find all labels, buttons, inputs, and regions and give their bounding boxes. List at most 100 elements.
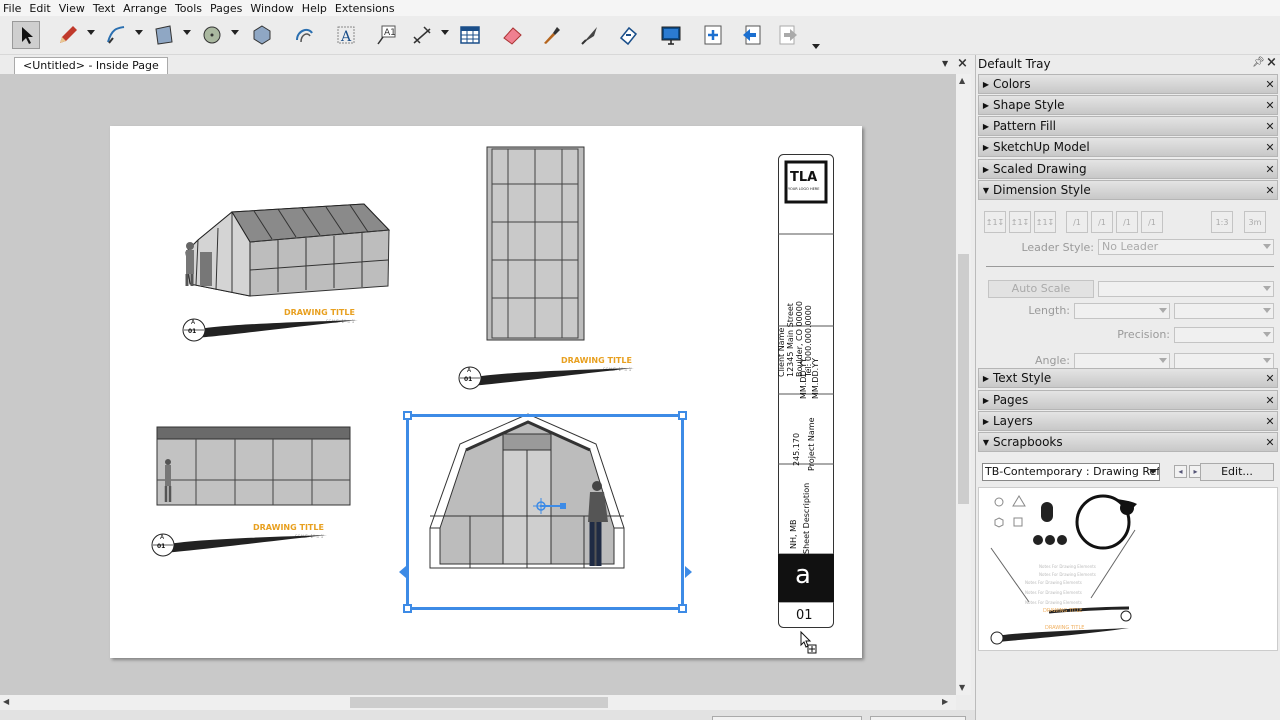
scale-handle-left[interactable] xyxy=(399,566,406,578)
pencil-dropdown[interactable] xyxy=(87,30,95,35)
freehand-dropdown[interactable] xyxy=(135,30,143,35)
text-tool-button[interactable]: A xyxy=(332,21,360,49)
resize-handle-ne[interactable] xyxy=(678,411,687,420)
dim-text-center-button[interactable]: ↥1↧ xyxy=(1009,211,1031,233)
length-format-select[interactable] xyxy=(1174,303,1274,319)
menu-tools[interactable]: Tools xyxy=(175,2,202,15)
dim-text-below-button[interactable]: ↥1↧ xyxy=(1034,211,1056,233)
selection-box[interactable] xyxy=(406,414,684,610)
resize-handle-se[interactable] xyxy=(678,604,687,613)
next-page-button[interactable] xyxy=(775,21,803,49)
horizontal-scroll-thumb[interactable] xyxy=(350,697,608,708)
eraser-tool-button[interactable] xyxy=(498,21,526,49)
viewport-side[interactable] xyxy=(156,426,352,508)
scroll-down-icon[interactable]: ▼ xyxy=(959,683,965,692)
dim-align-4-button[interactable]: ∕1 xyxy=(1141,211,1163,233)
panel-close-icon[interactable]: ✕ xyxy=(1263,436,1277,449)
table-tool-button[interactable] xyxy=(456,21,484,49)
scrapbook-prev-icon[interactable]: ◂ xyxy=(1174,465,1187,478)
panel-colors[interactable]: ▶ Colors ✕ xyxy=(978,74,1278,94)
scrapbook-edit-button[interactable]: Edit... xyxy=(1200,463,1274,481)
panel-pattern-fill[interactable]: ▶ Pattern Fill ✕ xyxy=(978,116,1278,136)
polygon-tool-button[interactable] xyxy=(248,21,276,49)
panel-layers[interactable]: ▶ Layers ✕ xyxy=(978,411,1278,431)
document-tab[interactable]: <Untitled> - Inside Page xyxy=(14,57,168,74)
menu-text[interactable]: Text xyxy=(93,2,115,15)
dim-align-3-button[interactable]: ∕1 xyxy=(1116,211,1138,233)
angle-units-select[interactable] xyxy=(1074,353,1170,369)
vertical-scroll-thumb[interactable] xyxy=(958,254,969,504)
menu-edit[interactable]: Edit xyxy=(29,2,50,15)
panel-close-icon[interactable]: ✕ xyxy=(1263,394,1277,407)
drawing-canvas[interactable]: DRAWING TITLE SCALE: 1" = 1' A 01 DRAWIN… xyxy=(0,74,956,695)
panel-close-icon[interactable]: ✕ xyxy=(1263,184,1277,197)
dim-align-1-button[interactable]: ∕1 xyxy=(1066,211,1088,233)
dimension-dropdown[interactable] xyxy=(441,30,449,35)
start-presentation-button[interactable] xyxy=(657,21,685,49)
dim-units-button[interactable]: 3m xyxy=(1244,211,1266,233)
panel-close-icon[interactable]: ✕ xyxy=(1263,372,1277,385)
panel-dimension-style[interactable]: ▼ Dimension Style ✕ xyxy=(978,180,1278,200)
select-tool-button[interactable] xyxy=(12,21,40,49)
rectangle-dropdown[interactable] xyxy=(183,30,191,35)
menu-arrange[interactable]: Arrange xyxy=(123,2,167,15)
offset-tool-button[interactable] xyxy=(290,21,318,49)
freehand-tool-button[interactable] xyxy=(102,21,130,49)
tab-list-chevron-icon[interactable]: ▼ xyxy=(942,59,948,68)
add-page-button[interactable] xyxy=(699,21,727,49)
split-tool-button[interactable] xyxy=(576,21,604,49)
scale-handle-right[interactable] xyxy=(685,566,692,578)
menu-file[interactable]: File xyxy=(3,2,21,15)
viewport-top[interactable] xyxy=(486,146,586,342)
label-tool-button[interactable]: A1 xyxy=(372,21,400,49)
circle-dropdown[interactable] xyxy=(231,30,239,35)
vertical-scrollbar[interactable]: ▲ ▼ xyxy=(956,74,971,695)
horizontal-scrollbar[interactable]: ◀ ▶ xyxy=(0,695,956,710)
panel-sketchup-model[interactable]: ▶ SketchUp Model ✕ xyxy=(978,137,1278,157)
dim-text-above-button[interactable]: ↥1↧ xyxy=(984,211,1006,233)
panel-scaled-drawing[interactable]: ▶ Scaled Drawing ✕ xyxy=(978,159,1278,179)
dimension-tool-button[interactable] xyxy=(408,21,436,49)
precision-select[interactable] xyxy=(1174,327,1274,343)
panel-close-icon[interactable]: ✕ xyxy=(1263,163,1277,176)
viewport-perspective[interactable] xyxy=(174,190,394,310)
panel-pages[interactable]: ▶ Pages ✕ xyxy=(978,390,1278,410)
join-tool-button[interactable] xyxy=(614,21,642,49)
layout-page[interactable]: DRAWING TITLE SCALE: 1" = 1' A 01 DRAWIN… xyxy=(110,126,862,658)
panel-close-icon[interactable]: ✕ xyxy=(1263,99,1277,112)
pencil-tool-button[interactable] xyxy=(54,21,82,49)
scroll-right-icon[interactable]: ▶ xyxy=(942,697,948,706)
auto-scale-button[interactable]: Auto Scale xyxy=(988,280,1094,298)
panel-shape-style[interactable]: ▶ Shape Style ✕ xyxy=(978,95,1278,115)
tray-close-icon[interactable]: × xyxy=(1266,55,1277,70)
menu-pages[interactable]: Pages xyxy=(210,2,242,15)
toolbar-overflow-icon[interactable] xyxy=(812,44,820,49)
document-close-icon[interactable]: × xyxy=(957,56,968,71)
panel-close-icon[interactable]: ✕ xyxy=(1263,141,1277,154)
panel-scrapbooks[interactable]: ▼ Scrapbooks ✕ xyxy=(978,432,1278,452)
resize-handle-nw[interactable] xyxy=(403,411,412,420)
leader-style-select[interactable]: No Leader xyxy=(1098,239,1274,255)
auto-scale-select[interactable] xyxy=(1098,281,1274,297)
menu-window[interactable]: Window xyxy=(250,2,293,15)
style-eyedropper-button[interactable] xyxy=(537,21,565,49)
scrapbook-select[interactable]: TB-Contemporary : Drawing Reference xyxy=(982,463,1160,481)
resize-handle-sw[interactable] xyxy=(403,604,412,613)
angle-precision-select[interactable] xyxy=(1174,353,1274,369)
rectangle-tool-button[interactable] xyxy=(150,21,178,49)
tray-pin-icon[interactable]: 📌︎ xyxy=(1252,57,1265,68)
panel-close-icon[interactable]: ✕ xyxy=(1263,78,1277,91)
panel-close-icon[interactable]: ✕ xyxy=(1263,415,1277,428)
dim-align-2-button[interactable]: ∕1 xyxy=(1091,211,1113,233)
panel-text-style[interactable]: ▶ Text Style ✕ xyxy=(978,368,1278,388)
dim-scale-button[interactable]: 1:3 xyxy=(1211,211,1233,233)
menu-view[interactable]: View xyxy=(59,2,85,15)
menu-help[interactable]: Help xyxy=(302,2,327,15)
scroll-left-icon[interactable]: ◀ xyxy=(3,697,9,706)
panel-close-icon[interactable]: ✕ xyxy=(1263,120,1277,133)
scroll-up-icon[interactable]: ▲ xyxy=(959,76,965,85)
circle-tool-button[interactable] xyxy=(198,21,226,49)
length-units-select[interactable] xyxy=(1074,303,1170,319)
scrapbook-preview[interactable]: Notes For Drawing Elements Notes For Dra… xyxy=(978,487,1278,651)
previous-page-button[interactable] xyxy=(737,21,765,49)
